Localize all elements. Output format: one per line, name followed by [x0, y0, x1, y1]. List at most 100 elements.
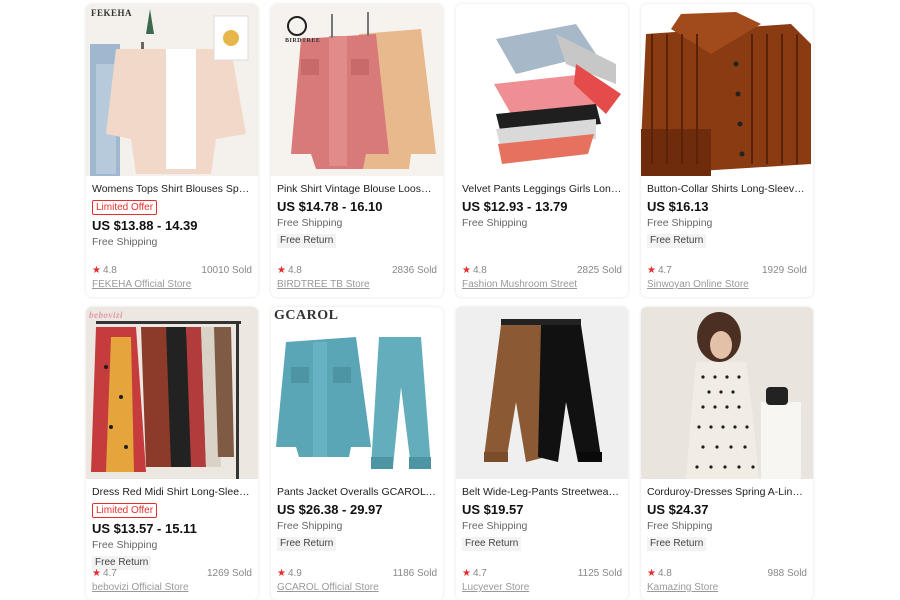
product-card[interactable]: Corduroy-Dresses Spring A-Line La... US …	[641, 307, 813, 600]
product-title[interactable]: Corduroy-Dresses Spring A-Line La...	[647, 485, 807, 499]
product-card[interactable]: BIRDTREE Pink Shirt Vintage Blouse Loose…	[271, 4, 443, 297]
limited-offer-badge: Limited Offer	[92, 200, 158, 215]
product-image[interactable]	[456, 4, 628, 176]
product-image[interactable]: bebovizi	[86, 307, 258, 479]
product-info: Womens Tops Shirt Blouses Spring... Limi…	[86, 176, 258, 297]
store-link[interactable]: Sinwoyan Online Store	[647, 278, 807, 291]
product-info: Pants Jacket Overalls GCAROL Velv... US …	[271, 479, 443, 600]
product-price: US $26.38 - 29.97	[277, 502, 383, 517]
shipping-label: Free Shipping	[462, 520, 528, 532]
free-return-tag: Free Return	[277, 234, 337, 248]
product-info: Pink Shirt Vintage Blouse Loose To... US…	[271, 176, 443, 297]
product-title[interactable]: Womens Tops Shirt Blouses Spring...	[92, 182, 252, 196]
shipping-label: Free Shipping	[92, 236, 158, 248]
rating: ★ 4.8	[462, 264, 487, 277]
limited-offer-badge: Limited Offer	[92, 503, 158, 518]
rating: ★ 4.8	[277, 264, 302, 277]
product-photo-icon	[641, 307, 813, 479]
product-price: US $24.37	[647, 502, 709, 517]
store-link[interactable]: FEKEHA Official Store	[92, 278, 252, 291]
product-card[interactable]: Belt Wide-Leg-Pants Streetwear Lo... US …	[456, 307, 628, 600]
star-icon: ★	[92, 265, 101, 276]
rating: ★ 4.7	[647, 264, 672, 277]
product-info: Button-Collar Shirts Long-Sleeved ... US…	[641, 176, 813, 297]
product-image[interactable]: FEKEHA	[86, 4, 258, 176]
store-link[interactable]: GCAROL Official Store	[277, 581, 437, 594]
sold-count: 988 Sold	[767, 568, 807, 579]
rating-value: 4.8	[657, 568, 672, 579]
product-image[interactable]: GCAROL	[271, 307, 443, 479]
product-card[interactable]: Button-Collar Shirts Long-Sleeved ... US…	[641, 4, 813, 297]
star-icon: ★	[462, 568, 471, 579]
rating-value: 4.8	[472, 265, 487, 276]
product-price: US $13.88 - 14.39	[92, 218, 198, 233]
product-photo-icon	[456, 307, 628, 479]
product-image[interactable]	[456, 307, 628, 479]
rating: ★ 4.8	[647, 567, 672, 580]
star-icon: ★	[277, 568, 286, 579]
rating-value: 4.9	[287, 568, 302, 579]
product-card[interactable]: bebovizi Dress Red Midi Shirt Long-Sleev…	[86, 307, 258, 600]
product-card[interactable]: Velvet Pants Leggings Girls Long-T... US…	[456, 4, 628, 297]
product-photo-icon	[86, 4, 258, 176]
rating: ★ 4.7	[462, 567, 487, 580]
product-info: Corduroy-Dresses Spring A-Line La... US …	[641, 479, 813, 600]
store-link[interactable]: Kamazing Store	[647, 581, 807, 594]
star-icon: ★	[92, 568, 101, 579]
brand-label: BIRDTREE	[285, 38, 321, 44]
rating-value: 4.7	[102, 568, 117, 579]
rating-value: 4.7	[657, 265, 672, 276]
product-price: US $16.13	[647, 199, 709, 214]
star-icon: ★	[647, 568, 656, 579]
brand-logo-icon	[287, 16, 307, 36]
star-icon: ★	[647, 265, 656, 276]
sold-count: 1269 Sold	[206, 568, 252, 579]
sold-count: 1186 Sold	[392, 568, 437, 579]
product-footer: ★ 4.8 2836 Sold BIRDTREE TB Store	[277, 264, 437, 291]
store-link[interactable]: bebovizi Official Store	[92, 581, 252, 594]
rating: ★ 4.9	[277, 567, 302, 580]
product-title[interactable]: Belt Wide-Leg-Pants Streetwear Lo...	[462, 485, 622, 499]
rating-value: 4.7	[472, 568, 487, 579]
product-price: US $12.93 - 13.79	[462, 199, 568, 214]
free-return-tag: Free Return	[647, 537, 707, 551]
shipping-label: Free Shipping	[647, 520, 713, 532]
brand-label: bebovizi	[89, 310, 123, 320]
sold-count: 1125 Sold	[577, 568, 622, 579]
sold-count: 2825 Sold	[576, 265, 622, 276]
star-icon: ★	[277, 265, 286, 276]
product-image[interactable]	[641, 4, 813, 176]
free-return-tag: Free Return	[462, 537, 522, 551]
product-title[interactable]: Velvet Pants Leggings Girls Long-T...	[462, 182, 622, 196]
store-link[interactable]: BIRDTREE TB Store	[277, 278, 437, 291]
sold-count: 10010 Sold	[201, 265, 252, 276]
store-link[interactable]: Lucyever Store	[462, 581, 622, 594]
free-return-tag: Free Return	[277, 537, 337, 551]
product-card[interactable]: GCAROL Pants Jacket Overalls GCAROL Velv…	[271, 307, 443, 600]
product-info: Dress Red Midi Shirt Long-Sleeve P... Li…	[86, 479, 258, 600]
rating: ★ 4.7	[92, 567, 117, 580]
shipping-label: Free Shipping	[277, 520, 343, 532]
sold-count: 2836 Sold	[391, 265, 437, 276]
shipping-label: Free Shipping	[92, 539, 158, 551]
product-footer: ★ 4.8 988 Sold Kamazing Store	[647, 567, 807, 594]
product-grid: FEKEHA Womens Tops Shirt Blouses Spring.…	[86, 4, 813, 600]
product-footer: ★ 4.8 2825 Sold Fashion Mushroom Street	[462, 264, 622, 291]
product-title[interactable]: Dress Red Midi Shirt Long-Sleeve P...	[92, 485, 252, 499]
product-photo-icon	[86, 307, 258, 479]
product-image[interactable]	[641, 307, 813, 479]
store-link[interactable]: Fashion Mushroom Street	[462, 278, 622, 291]
product-card[interactable]: FEKEHA Womens Tops Shirt Blouses Spring.…	[86, 4, 258, 297]
product-price: US $13.57 - 15.11	[92, 521, 197, 536]
product-title[interactable]: Pink Shirt Vintage Blouse Loose To...	[277, 182, 437, 196]
shipping-label: Free Shipping	[647, 217, 713, 229]
product-title[interactable]: Button-Collar Shirts Long-Sleeved ...	[647, 182, 807, 196]
shipping-label: Free Shipping	[462, 217, 528, 229]
product-footer: ★ 4.9 1186 Sold GCAROL Official Store	[277, 567, 437, 594]
product-price: US $19.57	[462, 502, 524, 517]
product-image[interactable]: BIRDTREE	[271, 4, 443, 176]
product-footer: ★ 4.7 1929 Sold Sinwoyan Online Store	[647, 264, 807, 291]
product-price: US $14.78 - 16.10	[277, 199, 383, 214]
brand-label: GCAROL	[274, 308, 339, 323]
product-title[interactable]: Pants Jacket Overalls GCAROL Velv...	[277, 485, 437, 499]
